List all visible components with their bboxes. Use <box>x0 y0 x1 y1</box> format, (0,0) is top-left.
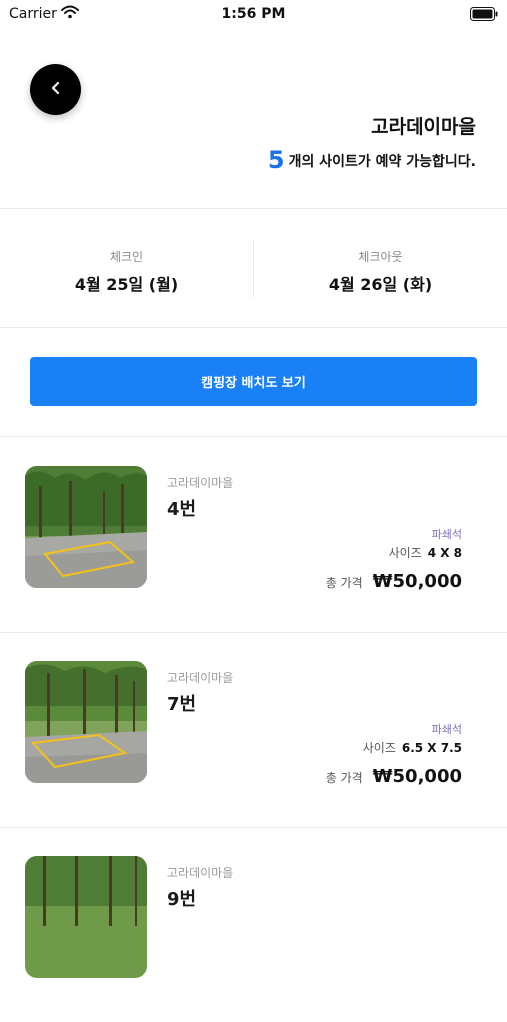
site-size-value: 4 X 8 <box>427 546 462 560</box>
divider <box>0 208 507 209</box>
chevron-left-icon <box>49 80 63 99</box>
checkout-label: 체크아웃 <box>358 250 403 264</box>
price-label: 총 가격 <box>325 771 363 785</box>
site-card[interactable]: 고라데이마을 7번 파쇄석 사이즈 6.5 X 7.5 총 가격 ₩50,000 <box>0 632 507 827</box>
divider <box>0 327 507 328</box>
site-ground-type: 파쇄석 <box>431 528 462 541</box>
site-camp-name: 고라데이마을 <box>167 476 234 490</box>
site-card[interactable]: 고라데이마을 4번 파쇄석 사이즈 4 X 8 총 가격 ₩50,000 <box>0 437 507 632</box>
site-size-label: 사이즈 <box>388 546 422 560</box>
site-photo <box>25 856 147 978</box>
price-label: 총 가격 <box>325 576 363 590</box>
checkout-date: 4월 26일 (화) <box>328 275 433 294</box>
site-card[interactable]: 고라데이마을 9번 <box>0 827 507 1022</box>
campsite-map-button[interactable]: 캠핑장 배치도 보기 <box>30 357 477 406</box>
availability-label: 개의 사이트가 예약 가능합니다. <box>288 154 476 170</box>
site-number: 9번 <box>167 889 197 910</box>
site-camp-name: 고라데이마을 <box>167 866 234 880</box>
site-size: 사이즈 4 X 8 <box>389 544 462 561</box>
back-button[interactable] <box>30 64 81 115</box>
checkin-label: 체크인 <box>109 250 144 264</box>
battery-icon <box>470 7 498 25</box>
availability-text: 5 개의 사이트가 예약 가능합니다. <box>268 146 476 174</box>
page-title: 고라데이마을 <box>371 116 476 138</box>
site-camp-name: 고라데이마을 <box>167 671 234 685</box>
site-size-label: 사이즈 <box>362 741 396 755</box>
site-ground-type: 파쇄석 <box>431 723 462 736</box>
price-value: ₩50,000 <box>372 766 462 787</box>
status-bar: Carrier 1:56 PM <box>0 0 507 30</box>
site-number: 4번 <box>167 499 197 520</box>
available-count: 5 <box>267 146 285 174</box>
checkin-date: 4월 25일 (월) <box>74 275 179 294</box>
price-value: ₩50,000 <box>372 571 462 592</box>
checkout-block[interactable]: 체크아웃 4월 26일 (화) <box>254 248 507 295</box>
site-price: 총 가격 ₩50,000 <box>326 766 462 787</box>
site-size-value: 6.5 X 7.5 <box>401 741 462 755</box>
site-price: 총 가격 ₩50,000 <box>326 571 462 592</box>
checkin-block[interactable]: 체크인 4월 25일 (월) <box>0 248 253 295</box>
site-number: 7번 <box>167 694 197 715</box>
site-photo <box>25 466 147 588</box>
status-time: 1:56 PM <box>221 6 286 22</box>
site-photo <box>25 661 147 783</box>
site-size: 사이즈 6.5 X 7.5 <box>363 739 462 756</box>
